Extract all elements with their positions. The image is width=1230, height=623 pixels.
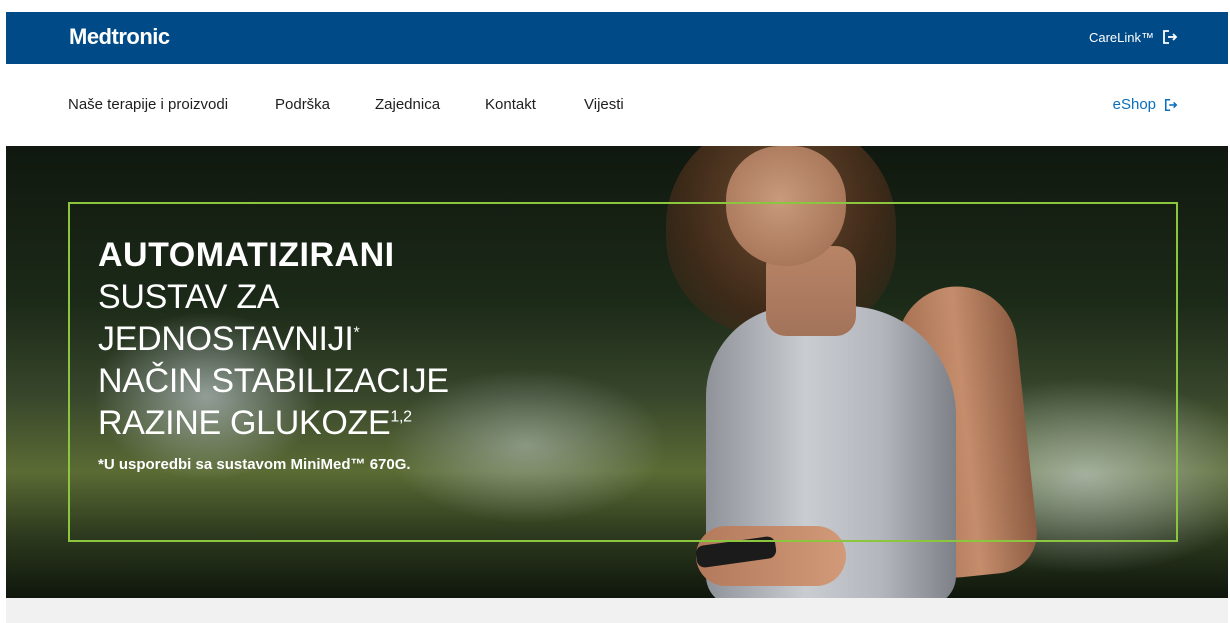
hero-headline: AUTOMATIZIRANI SUSTAV ZA JEDNOSTAVNIJI* … bbox=[98, 234, 449, 473]
medtronic-logo[interactable]: Medtronic bbox=[69, 24, 170, 50]
nav-item-community[interactable]: Zajednica bbox=[375, 96, 440, 113]
hero-line-5-text: RAZINE GLUKOZE bbox=[98, 404, 391, 442]
hero-line-2: SUSTAV ZA bbox=[98, 278, 280, 316]
carelink-label: CareLink™ bbox=[1088, 29, 1154, 45]
content-strip bbox=[6, 598, 1228, 623]
main-nav: Naše terapije i proizvodi Podrška Zajedn… bbox=[6, 64, 1228, 146]
hero-line-3: JEDNOSTAVNIJI* bbox=[98, 318, 449, 360]
carelink-link[interactable]: CareLink™ bbox=[1089, 29, 1178, 45]
hero-line-5: RAZINE GLUKOZE1,2 bbox=[98, 402, 449, 444]
hero-line-1: AUTOMATIZIRANI bbox=[98, 236, 395, 274]
hero-line-5-sup: 1,2 bbox=[390, 408, 412, 426]
eshop-link[interactable]: eShop bbox=[1113, 96, 1178, 113]
hero-line-3-text: JEDNOSTAVNIJI bbox=[98, 320, 354, 358]
hero-banner[interactable]: AUTOMATIZIRANI SUSTAV ZA JEDNOSTAVNIJI* … bbox=[6, 146, 1228, 598]
hero-line-4: NAČIN STABILIZACIJE bbox=[98, 362, 449, 400]
nav-item-news[interactable]: Vijesti bbox=[584, 96, 624, 113]
nav-item-therapies[interactable]: Naše terapije i proizvodi bbox=[68, 96, 228, 113]
top-bar: Medtronic CareLink™ bbox=[6, 12, 1228, 64]
hero-line-3-sup: * bbox=[353, 324, 360, 342]
eshop-label: eShop bbox=[1112, 96, 1156, 113]
nav-item-support[interactable]: Podrška bbox=[275, 96, 330, 113]
external-login-icon bbox=[1162, 29, 1178, 45]
external-login-icon bbox=[1164, 98, 1178, 112]
nav-item-contact[interactable]: Kontakt bbox=[485, 96, 536, 113]
hero-footnote: *U usporedbi sa sustavom MiniMed™ 670G. bbox=[98, 456, 411, 473]
